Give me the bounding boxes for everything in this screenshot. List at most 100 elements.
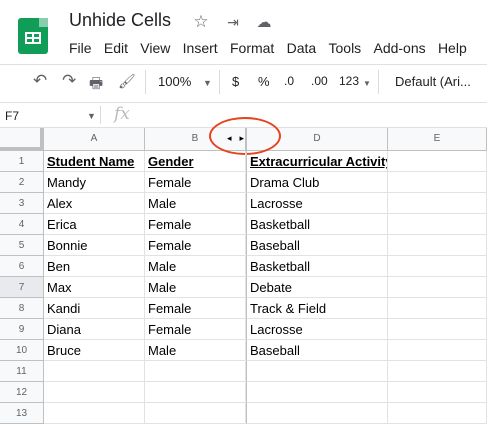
font-select[interactable]: Default (Ari... bbox=[395, 74, 471, 89]
row-header[interactable]: 8 bbox=[0, 298, 44, 319]
menu-help[interactable]: Help bbox=[438, 40, 467, 56]
cell-b[interactable]: Female bbox=[145, 214, 246, 235]
cell-b[interactable]: Female bbox=[145, 172, 246, 193]
zoom-select[interactable]: 100% bbox=[158, 74, 191, 89]
cell-d[interactable]: Lacrosse bbox=[246, 193, 388, 214]
cell-d[interactable]: Baseball bbox=[246, 235, 388, 256]
row-header[interactable]: 10 bbox=[0, 340, 44, 361]
cell-b[interactable]: Female bbox=[145, 319, 246, 340]
cell-d[interactable]: Baseball bbox=[246, 340, 388, 361]
cell-d[interactable] bbox=[246, 361, 388, 382]
toolbar-divider bbox=[145, 70, 146, 94]
cell-b[interactable]: Male bbox=[145, 256, 246, 277]
cell-d[interactable]: Extracurricular Activity bbox=[246, 151, 388, 172]
menu-view[interactable]: View bbox=[140, 40, 170, 56]
menu-insert[interactable]: Insert bbox=[183, 40, 218, 56]
cell-a[interactable]: Mandy bbox=[44, 172, 145, 193]
row-header[interactable]: 1 bbox=[0, 151, 44, 172]
cell-d[interactable]: Basketball bbox=[246, 256, 388, 277]
move-folder-icon[interactable]: ⇥ bbox=[222, 14, 244, 31]
column-header-e[interactable]: E bbox=[388, 128, 487, 151]
cell-b[interactable]: Female bbox=[145, 235, 246, 256]
row-header[interactable]: 13 bbox=[0, 403, 44, 424]
currency-format-button[interactable]: $ bbox=[232, 74, 239, 89]
name-box[interactable]: F7 bbox=[5, 109, 19, 123]
star-icon[interactable]: ☆ bbox=[190, 12, 212, 32]
cell-d[interactable]: Debate bbox=[246, 277, 388, 298]
name-box-caret-icon[interactable]: ▼ bbox=[87, 111, 96, 121]
undo-icon[interactable]: ↶ bbox=[33, 71, 47, 91]
row-header[interactable]: 3 bbox=[0, 193, 44, 214]
sheets-logo[interactable] bbox=[18, 18, 48, 54]
row-header[interactable]: 11 bbox=[0, 361, 44, 382]
cell-d[interactable] bbox=[246, 382, 388, 403]
cell-b[interactable]: Female bbox=[145, 298, 246, 319]
cell-d[interactable]: Basketball bbox=[246, 214, 388, 235]
zoom-caret-icon[interactable]: ▼ bbox=[203, 78, 212, 88]
cell-a[interactable]: Diana bbox=[44, 319, 145, 340]
cell-a[interactable]: Bruce bbox=[44, 340, 145, 361]
cell-d[interactable]: Lacrosse bbox=[246, 319, 388, 340]
redo-icon[interactable]: ↷ bbox=[62, 71, 76, 91]
cell-a[interactable] bbox=[44, 403, 145, 424]
cell-b[interactable]: Male bbox=[145, 193, 246, 214]
cell-d[interactable]: Track & Field bbox=[246, 298, 388, 319]
row-header[interactable]: 9 bbox=[0, 319, 44, 340]
select-all-corner[interactable] bbox=[0, 128, 44, 151]
cell-d[interactable] bbox=[246, 403, 388, 424]
document-title[interactable]: Unhide Cells bbox=[69, 10, 171, 31]
row-header[interactable]: 12 bbox=[0, 382, 44, 403]
cell-e[interactable] bbox=[388, 298, 487, 319]
row-header[interactable]: 6 bbox=[0, 256, 44, 277]
menu-tools[interactable]: Tools bbox=[329, 40, 362, 56]
cell-e[interactable] bbox=[388, 277, 487, 298]
cell-a[interactable]: Max bbox=[44, 277, 145, 298]
paint-format-icon[interactable]: 🖌 bbox=[118, 73, 136, 90]
increase-decimal-button[interactable]: .00 bbox=[311, 74, 328, 88]
cell-b[interactable] bbox=[145, 361, 246, 382]
more-formats-button[interactable]: 123 bbox=[339, 74, 359, 88]
cell-a[interactable]: Student Name bbox=[44, 151, 145, 172]
cell-b[interactable]: Gender bbox=[145, 151, 246, 172]
cell-a[interactable]: Erica bbox=[44, 214, 145, 235]
cell-a[interactable]: Kandi bbox=[44, 298, 145, 319]
cell-b[interactable] bbox=[145, 382, 246, 403]
cell-a[interactable]: Bonnie bbox=[44, 235, 145, 256]
cell-b[interactable]: Male bbox=[145, 340, 246, 361]
cell-e[interactable] bbox=[388, 340, 487, 361]
toolbar-divider bbox=[378, 70, 379, 94]
cell-d[interactable]: Drama Club bbox=[246, 172, 388, 193]
cell-a[interactable]: Alex bbox=[44, 193, 145, 214]
cell-e[interactable] bbox=[388, 172, 487, 193]
cell-e[interactable] bbox=[388, 256, 487, 277]
menu-data[interactable]: Data bbox=[287, 40, 317, 56]
formula-input[interactable] bbox=[146, 106, 487, 124]
cell-e[interactable] bbox=[388, 319, 487, 340]
row-header[interactable]: 4 bbox=[0, 214, 44, 235]
menu-format[interactable]: Format bbox=[230, 40, 274, 56]
cell-a[interactable] bbox=[44, 361, 145, 382]
cell-e[interactable] bbox=[388, 193, 487, 214]
row-header[interactable]: 7 bbox=[0, 277, 44, 298]
cloud-status-icon[interactable]: ☁ bbox=[253, 13, 275, 31]
row-header[interactable]: 2 bbox=[0, 172, 44, 193]
menu-addons[interactable]: Add-ons bbox=[373, 40, 425, 56]
cell-a[interactable]: Ben bbox=[44, 256, 145, 277]
cell-e[interactable] bbox=[388, 151, 487, 172]
cell-e[interactable] bbox=[388, 214, 487, 235]
menu-file[interactable]: File bbox=[69, 40, 92, 56]
print-icon[interactable]: 🖶 bbox=[89, 73, 103, 98]
menu-edit[interactable]: Edit bbox=[104, 40, 128, 56]
decrease-decimal-button[interactable]: .0 bbox=[284, 74, 294, 88]
cell-b[interactable] bbox=[145, 403, 246, 424]
more-formats-caret-icon[interactable]: ▼ bbox=[363, 79, 371, 88]
cell-b[interactable]: Male bbox=[145, 277, 246, 298]
cell-e[interactable] bbox=[388, 382, 487, 403]
cell-e[interactable] bbox=[388, 235, 487, 256]
percent-format-button[interactable]: % bbox=[258, 74, 270, 89]
cell-a[interactable] bbox=[44, 382, 145, 403]
row-header[interactable]: 5 bbox=[0, 235, 44, 256]
cell-e[interactable] bbox=[388, 361, 487, 382]
cell-e[interactable] bbox=[388, 403, 487, 424]
column-header-a[interactable]: A bbox=[44, 128, 145, 151]
